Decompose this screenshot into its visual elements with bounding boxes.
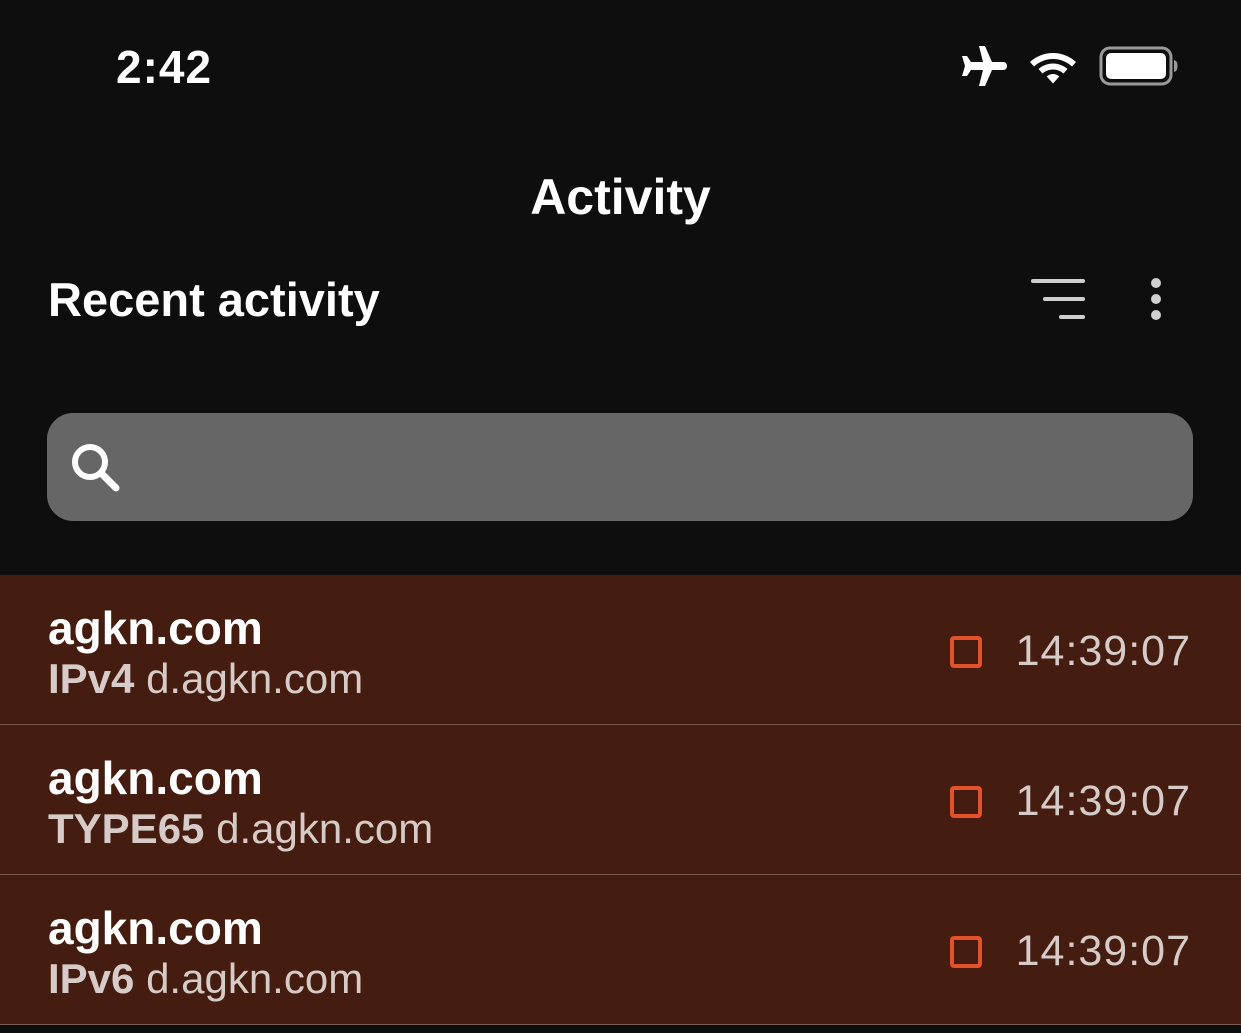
timestamp: 14:39:07 xyxy=(1015,627,1191,675)
query-detail: TYPE65 d.agkn.com xyxy=(48,805,433,853)
domain-label: agkn.com xyxy=(48,752,263,804)
status-icons xyxy=(959,44,1179,88)
timestamp: 14:39:07 xyxy=(1015,927,1191,975)
query-detail: IPv4 d.agkn.com xyxy=(48,655,363,703)
record-type: TYPE65 xyxy=(48,805,205,852)
search-bar[interactable] xyxy=(47,412,1193,522)
subdomain: d.agkn.com xyxy=(146,655,364,702)
activity-list: agkn.com IPv4 d.agkn.com 14:39:07 agkn.c… xyxy=(0,575,1241,1025)
list-item[interactable]: agkn.com IPv6 d.agkn.com 14:39:07 xyxy=(0,875,1241,1025)
more-options-button[interactable] xyxy=(1134,276,1178,326)
more-vertical-icon xyxy=(1149,277,1163,325)
filter-icon xyxy=(1031,278,1085,325)
airplane-icon xyxy=(959,44,1007,88)
domain-label: agkn.com xyxy=(48,602,263,654)
record-type: IPv6 xyxy=(48,955,135,1002)
list-item[interactable]: agkn.com IPv4 d.agkn.com 14:39:07 xyxy=(0,575,1241,725)
blocked-status-icon xyxy=(950,636,982,668)
list-item[interactable]: agkn.com TYPE65 d.agkn.com 14:39:07 xyxy=(0,725,1241,875)
blocked-status-icon xyxy=(950,786,982,818)
wifi-icon xyxy=(1029,47,1077,85)
subdomain: d.agkn.com xyxy=(146,955,364,1002)
search-input[interactable] xyxy=(121,412,1193,522)
blocked-status-icon xyxy=(950,936,982,968)
timestamp: 14:39:07 xyxy=(1015,777,1191,825)
battery-icon xyxy=(1099,46,1179,86)
page-title: Activity xyxy=(530,169,711,225)
record-type: IPv4 xyxy=(48,655,135,702)
query-detail: IPv6 d.agkn.com xyxy=(48,955,363,1003)
search-icon xyxy=(69,441,121,493)
section-title: Recent activity xyxy=(48,273,380,326)
filter-button[interactable] xyxy=(1026,276,1090,326)
domain-label: agkn.com xyxy=(48,902,263,954)
activity-screen: 2:42 Activity Recent activity agkn.com I… xyxy=(0,0,1241,1033)
subdomain: d.agkn.com xyxy=(216,805,434,852)
status-time: 2:42 xyxy=(116,41,213,93)
